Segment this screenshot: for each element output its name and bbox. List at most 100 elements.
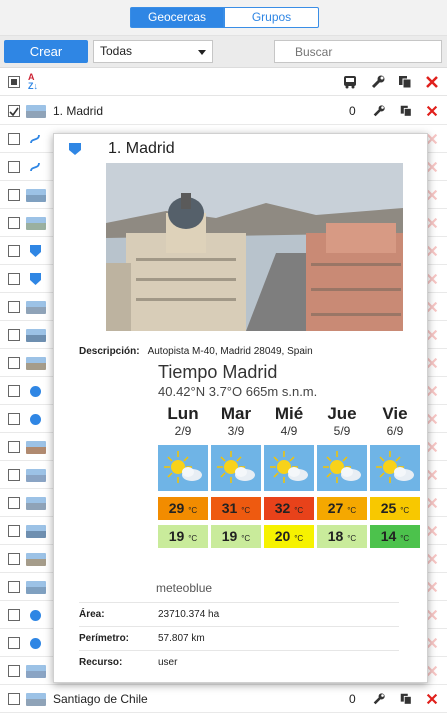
geofence-popup: 1. Madrid Descripción: Autopista M-40, Ma… bbox=[53, 133, 428, 683]
day-name: Jue bbox=[327, 404, 357, 423]
min-temp: 14 °C bbox=[370, 525, 420, 548]
chevron-down-icon bbox=[198, 50, 206, 55]
row-checkbox[interactable] bbox=[8, 133, 20, 145]
row-checkbox[interactable] bbox=[8, 273, 20, 285]
list-item[interactable]: 1. Madrid 0 bbox=[0, 97, 447, 125]
filter-select[interactable]: Todas bbox=[93, 40, 213, 63]
max-temp: 32 °C bbox=[264, 497, 314, 520]
wrench-icon[interactable] bbox=[372, 104, 386, 118]
geofence-count: 0 bbox=[349, 104, 356, 118]
row-checkbox[interactable] bbox=[8, 525, 20, 537]
popup-title: 1. Madrid bbox=[108, 140, 175, 157]
row-checkbox[interactable] bbox=[8, 469, 20, 481]
sort-az-icon[interactable]: A Z↓ bbox=[28, 73, 38, 91]
search-input[interactable] bbox=[274, 40, 442, 63]
max-temp: 27 °C bbox=[317, 497, 367, 520]
weather-day: Mié 4/9 bbox=[264, 404, 314, 438]
row-checkbox[interactable] bbox=[8, 105, 20, 117]
bus-icon[interactable] bbox=[342, 74, 358, 90]
day-date: 2/9 bbox=[174, 424, 192, 438]
list-item[interactable]: Santiago de Chile 0 bbox=[0, 685, 447, 713]
day-name: Lun bbox=[167, 404, 199, 423]
tab-geocercas[interactable]: Geocercas bbox=[130, 7, 224, 28]
day-name: Mar bbox=[220, 404, 252, 423]
day-date: 4/9 bbox=[280, 424, 298, 438]
row-checkbox[interactable] bbox=[8, 609, 20, 621]
row-checkbox[interactable] bbox=[8, 413, 20, 425]
row-checkbox[interactable] bbox=[8, 329, 20, 341]
delete-icon[interactable] bbox=[425, 692, 439, 706]
toolbar: Crear Todas bbox=[0, 36, 447, 68]
min-temp: 19 °C bbox=[158, 525, 208, 548]
copy-icon[interactable] bbox=[397, 74, 413, 90]
row-checkbox[interactable] bbox=[8, 357, 20, 369]
row-checkbox[interactable] bbox=[8, 441, 20, 453]
min-temp: 18 °C bbox=[317, 525, 367, 548]
select-all-checkbox[interactable] bbox=[8, 76, 20, 88]
geofence-shield-icon bbox=[69, 143, 81, 155]
property-value: user bbox=[158, 657, 178, 668]
row-checkbox[interactable] bbox=[8, 665, 20, 677]
weather-coords: 40.42°N 3.7°O 665m s.n.m. bbox=[158, 384, 318, 399]
geofence-thumbnail bbox=[26, 553, 46, 566]
property-value: 23710.374 ha bbox=[158, 609, 220, 620]
geofence-thumbnail bbox=[26, 217, 46, 230]
geofence-thumbnail bbox=[26, 665, 46, 678]
weather-title: Tiempo Madrid bbox=[158, 362, 278, 382]
row-checkbox[interactable] bbox=[8, 385, 20, 397]
property-label: Perímetro: bbox=[79, 633, 130, 644]
sun-cloud-icon bbox=[317, 445, 367, 491]
route-icon bbox=[30, 162, 40, 172]
day-name: Vie bbox=[382, 404, 408, 423]
wrench-icon[interactable] bbox=[370, 74, 386, 90]
geofence-thumbnail bbox=[26, 357, 46, 370]
min-temp: 19 °C bbox=[211, 525, 261, 548]
description-label: Descripción: bbox=[79, 346, 140, 357]
delete-all-icon[interactable] bbox=[424, 74, 440, 90]
sun-cloud-icon bbox=[211, 445, 261, 491]
meteoblue-credit[interactable]: meteoblue bbox=[156, 581, 212, 595]
row-checkbox[interactable] bbox=[8, 581, 20, 593]
property-label: Área: bbox=[79, 609, 105, 620]
sun-cloud-icon bbox=[264, 445, 314, 491]
row-checkbox[interactable] bbox=[8, 693, 20, 705]
row-checkbox[interactable] bbox=[8, 553, 20, 565]
row-checkbox[interactable] bbox=[8, 189, 20, 201]
weather-day: Jue 5/9 bbox=[317, 404, 367, 438]
delete-icon[interactable] bbox=[425, 104, 439, 118]
geofence-thumbnail bbox=[26, 525, 46, 538]
property-label: Recurso: bbox=[79, 657, 123, 668]
day-date: 5/9 bbox=[333, 424, 351, 438]
row-checkbox[interactable] bbox=[8, 217, 20, 229]
circle-icon bbox=[30, 638, 41, 649]
copy-icon[interactable] bbox=[399, 692, 413, 706]
description-value: Autopista M-40, Madrid 28049, Spain bbox=[147, 346, 313, 357]
circle-icon bbox=[30, 386, 41, 397]
check-icon bbox=[9, 107, 19, 117]
copy-icon[interactable] bbox=[399, 104, 413, 118]
circle-icon bbox=[30, 610, 41, 621]
create-button[interactable]: Crear bbox=[4, 40, 88, 63]
madrid-photo bbox=[106, 163, 403, 331]
weather-day: Mar 3/9 bbox=[211, 404, 261, 438]
geofence-thumbnail bbox=[26, 469, 46, 482]
max-temp: 31 °C bbox=[211, 497, 261, 520]
property-value: 57.807 km bbox=[158, 633, 205, 644]
sun-cloud-icon bbox=[370, 445, 420, 491]
row-checkbox[interactable] bbox=[8, 497, 20, 509]
geofence-thumbnail bbox=[26, 301, 46, 314]
max-temp: 25 °C bbox=[370, 497, 420, 520]
row-checkbox[interactable] bbox=[8, 301, 20, 313]
geofence-thumbnail bbox=[26, 329, 46, 342]
row-checkbox[interactable] bbox=[8, 637, 20, 649]
route-icon bbox=[30, 134, 40, 144]
row-checkbox[interactable] bbox=[8, 245, 20, 257]
geofence-name: 1. Madrid bbox=[53, 104, 104, 118]
geofence-thumbnail bbox=[26, 441, 46, 454]
geofence-name: Santiago de Chile bbox=[53, 692, 148, 706]
weather-day: Lun 2/9 bbox=[158, 404, 208, 438]
wrench-icon[interactable] bbox=[372, 692, 386, 706]
row-checkbox[interactable] bbox=[8, 161, 20, 173]
tab-grupos[interactable]: Grupos bbox=[224, 7, 319, 28]
geofence-thumbnail bbox=[26, 581, 46, 594]
